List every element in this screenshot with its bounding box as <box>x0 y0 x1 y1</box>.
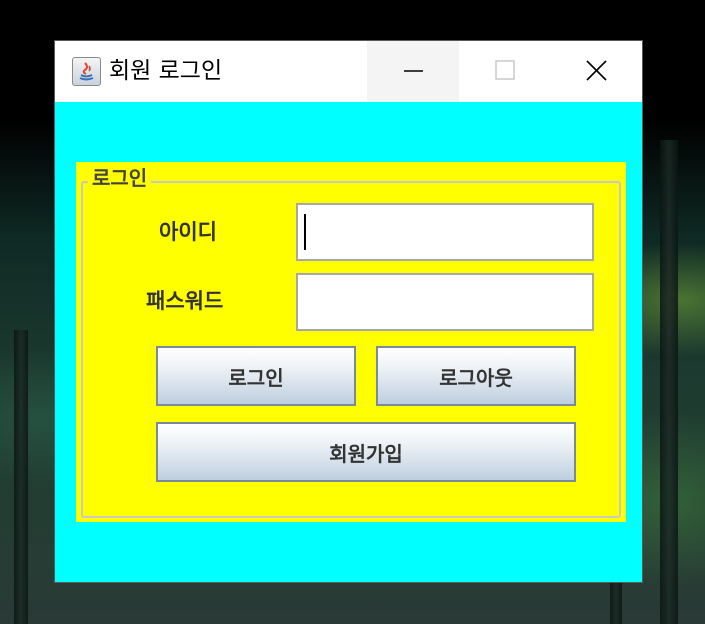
tree-trunk <box>14 330 28 624</box>
minimize-button[interactable] <box>367 41 459 102</box>
maximize-button[interactable] <box>459 41 551 102</box>
login-button[interactable]: 로그인 <box>156 346 356 406</box>
java-app-icon <box>72 57 101 86</box>
text-caret <box>304 214 306 250</box>
id-label: 아이디 <box>159 220 217 244</box>
close-button[interactable] <box>550 41 642 102</box>
window-content: 로그인 아이디 패스워드 로그인 로그아웃 회원가입 <box>55 102 642 582</box>
login-window: 회원 로그인 로그인 아이디 패스워드 로그인 로그아웃 회원가입 <box>54 40 643 583</box>
login-group-title: 로그인 <box>88 165 152 191</box>
password-label: 패스워드 <box>146 289 224 313</box>
maximize-icon <box>495 60 515 80</box>
title-bar[interactable]: 회원 로그인 <box>55 41 642 102</box>
password-input[interactable] <box>296 273 594 331</box>
id-input[interactable] <box>296 203 594 261</box>
window-title: 회원 로그인 <box>109 58 223 84</box>
signup-button[interactable]: 회원가입 <box>156 422 576 482</box>
login-panel: 로그인 아이디 패스워드 로그인 로그아웃 회원가입 <box>76 162 626 522</box>
logout-button[interactable]: 로그아웃 <box>376 346 576 406</box>
tree-trunk <box>660 140 678 624</box>
close-icon <box>586 60 607 81</box>
minimize-icon <box>404 70 423 72</box>
